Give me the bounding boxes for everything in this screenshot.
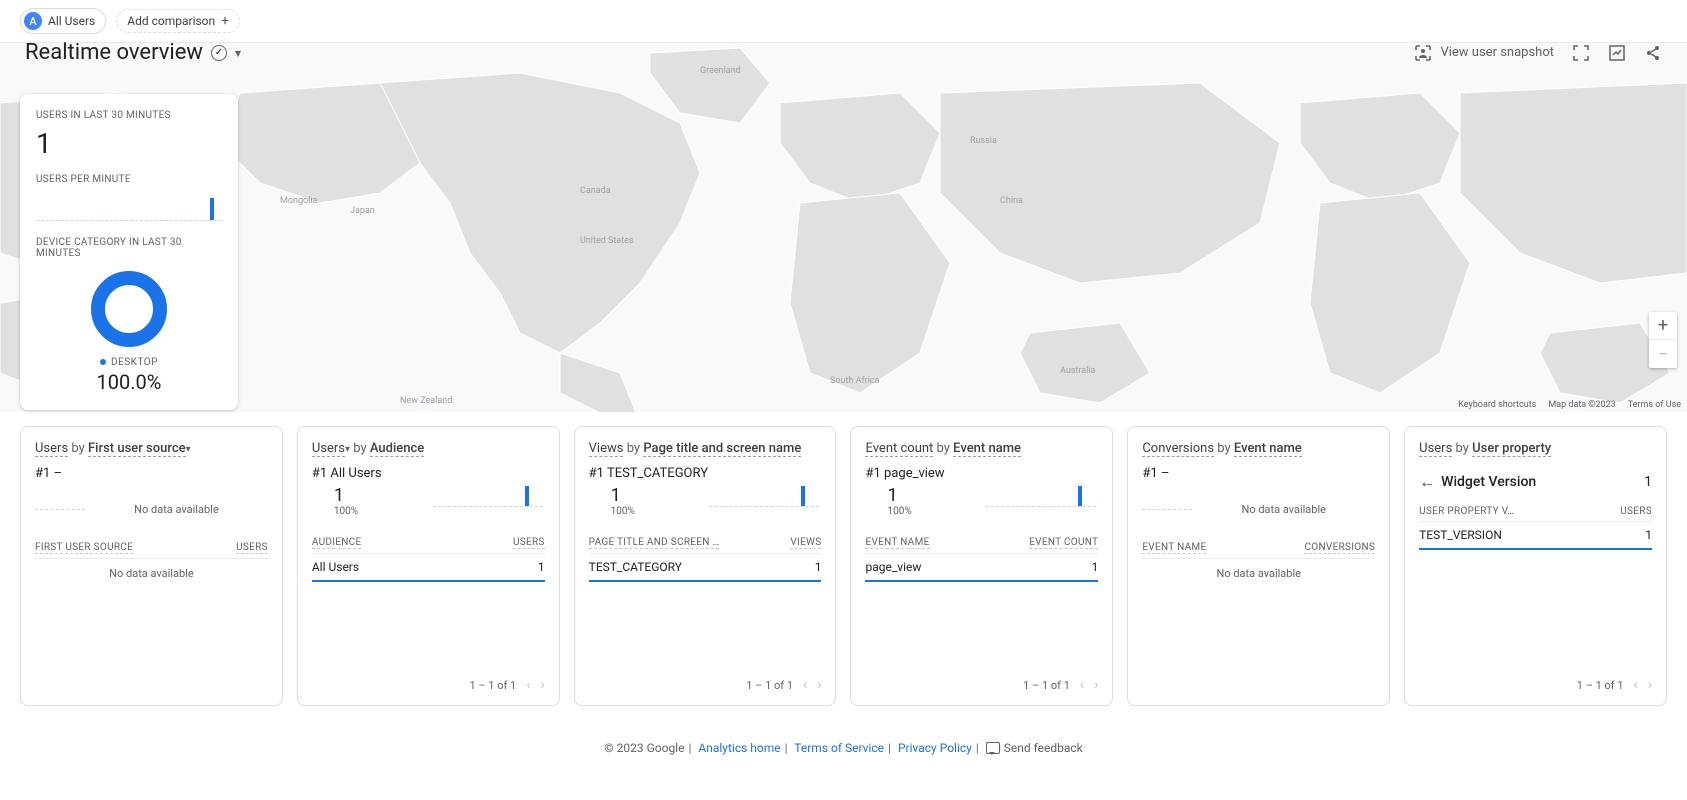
card-users-by-audience: Users▾ by Audience #1 All Users 1 100% A…: [297, 426, 560, 706]
plus-icon: +: [221, 13, 229, 29]
pager-next[interactable]: ›: [540, 677, 544, 693]
map-attribution: Keyboard shortcuts Map data ©2023 Terms …: [1458, 400, 1681, 410]
map-data-label: Map data ©2023: [1548, 400, 1615, 410]
feedback-icon: [986, 742, 1000, 754]
privacy-link[interactable]: Privacy Policy: [898, 741, 972, 755]
card-views-by-page: Views by Page title and screen name #1 T…: [574, 426, 837, 706]
segment-badge: A: [24, 12, 42, 30]
pager-prev[interactable]: ‹: [1634, 677, 1638, 693]
svg-text:United States: United States: [580, 236, 634, 246]
users-30min-value: 1: [36, 127, 222, 160]
table-row[interactable]: TEST_CATEGORY1: [589, 554, 822, 582]
tos-link[interactable]: Terms of Service: [794, 741, 884, 755]
analytics-home-link[interactable]: Analytics home: [698, 741, 780, 755]
view-user-snapshot-button[interactable]: View user snapshot: [1414, 44, 1554, 62]
no-data-message: No data available: [1142, 567, 1375, 580]
card-title[interactable]: Users by User property: [1419, 441, 1652, 456]
table-row[interactable]: page_view1: [865, 554, 1098, 582]
svg-text:Japan: Japan: [350, 206, 375, 216]
pager: 1 – 1 of 1 ‹ ›: [1023, 677, 1098, 693]
pager-prev[interactable]: ‹: [526, 677, 530, 693]
card-conversions: Conversions by Event name #1 – No data a…: [1127, 426, 1390, 706]
back-arrow-icon[interactable]: ←: [1419, 472, 1435, 492]
device-percentage: 100.0%: [97, 370, 162, 394]
realtime-overview-card: USERS IN LAST 30 MINUTES 1 USERS PER MIN…: [20, 94, 238, 410]
world-map[interactable]: Canada United States Greenland Russia Ch…: [0, 42, 1687, 412]
svg-text:Mongolia: Mongolia: [280, 196, 318, 206]
card-title[interactable]: Users by First user source▾: [35, 441, 268, 456]
segment-name: All Users: [48, 14, 95, 28]
card-users-by-first-source: Users by First user source▾ #1 – No data…: [20, 426, 283, 706]
insights-icon: [1608, 44, 1626, 62]
users-per-minute-chart: [36, 191, 222, 221]
pager-prev[interactable]: ‹: [803, 677, 807, 693]
sparkline: [986, 481, 1096, 507]
property-name: Widget Version: [1441, 474, 1644, 490]
users-per-minute-label: USERS PER MINUTE: [36, 174, 222, 185]
card-sub: 100%: [887, 506, 1098, 517]
map-zoom-control: + −: [1649, 312, 1677, 368]
table-row[interactable]: TEST_VERSION1: [1419, 522, 1652, 550]
users-30min-label: USERS IN LAST 30 MINUTES: [36, 110, 222, 121]
card-rank: #1 –: [1142, 466, 1375, 481]
device-legend: DESKTOP: [100, 357, 158, 368]
check-icon: ✓: [211, 45, 227, 61]
card-rank: #1 TEST_CATEGORY: [589, 466, 822, 481]
card-title[interactable]: Event count by Event name: [865, 441, 1098, 456]
svg-text:Canada: Canada: [580, 186, 611, 196]
table-row[interactable]: All Users1: [312, 554, 545, 582]
card-rank: #1 page_view: [865, 466, 1098, 481]
fullscreen-icon: [1572, 44, 1590, 62]
card-rank: #1 –: [35, 466, 268, 481]
sparkline: [433, 481, 543, 507]
card-event-count: Event count by Event name #1 page_view 1…: [850, 426, 1113, 706]
pager-next[interactable]: ›: [1648, 677, 1652, 693]
pager-next[interactable]: ›: [817, 677, 821, 693]
svg-text:New Zealand: New Zealand: [400, 396, 452, 406]
card-title[interactable]: Users▾ by Audience: [312, 441, 545, 456]
share-button[interactable]: [1644, 44, 1662, 62]
share-icon: [1644, 44, 1662, 62]
person-focus-icon: [1414, 44, 1432, 62]
terms-of-use-link[interactable]: Terms of Use: [1628, 400, 1681, 410]
segment-chip[interactable]: A All Users: [20, 8, 106, 34]
card-rank: #1 All Users: [312, 466, 545, 481]
property-count: 1: [1644, 474, 1652, 490]
card-users-by-property: Users by User property ← Widget Version …: [1404, 426, 1667, 706]
svg-text:Russia: Russia: [970, 136, 997, 146]
svg-text:China: China: [1000, 196, 1023, 206]
insights-button[interactable]: [1608, 44, 1626, 62]
device-category-label: DEVICE CATEGORY IN LAST 30 MINUTES: [36, 237, 222, 259]
card-title[interactable]: Views by Page title and screen name: [589, 441, 822, 456]
no-data-message: No data available: [35, 567, 268, 580]
add-comparison-button[interactable]: Add comparison +: [116, 9, 240, 33]
pager-prev[interactable]: ‹: [1080, 677, 1084, 693]
device-donut-chart: [91, 271, 167, 347]
pager: 1 – 1 of 1 ‹ ›: [469, 677, 544, 693]
pager: 1 – 1 of 1 ‹ ›: [746, 677, 821, 693]
page-title: Realtime overview ✓ ▾: [25, 40, 241, 65]
send-feedback-button[interactable]: Send feedback: [986, 741, 1083, 755]
chevron-down-icon[interactable]: ▾: [235, 46, 241, 60]
card-title[interactable]: Conversions by Event name: [1142, 441, 1375, 456]
zoom-in-button[interactable]: +: [1649, 312, 1677, 340]
card-sub: 100%: [611, 506, 822, 517]
footer: © 2023 Google| Analytics home| Terms of …: [0, 720, 1687, 785]
fullscreen-button[interactable]: [1572, 44, 1590, 62]
keyboard-shortcuts-link[interactable]: Keyboard shortcuts: [1458, 400, 1536, 410]
card-sub: 100%: [334, 506, 545, 517]
sparkline: [709, 481, 819, 507]
pager-next[interactable]: ›: [1094, 677, 1098, 693]
pager: 1 – 1 of 1 ‹ ›: [1577, 677, 1652, 693]
svg-text:Australia: Australia: [1060, 366, 1096, 376]
zoom-out-button[interactable]: −: [1649, 340, 1677, 368]
svg-text:South Africa: South Africa: [830, 376, 880, 386]
